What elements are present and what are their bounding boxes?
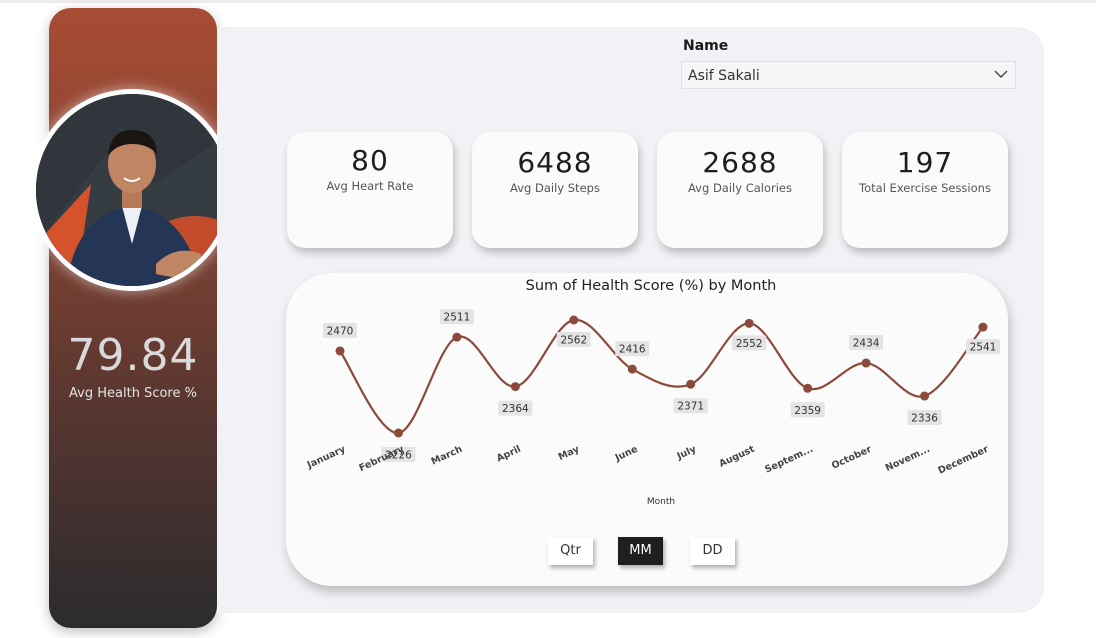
data-point[interactable] — [335, 346, 345, 356]
data-label: 2434 — [849, 335, 884, 351]
kpi-value: 197 — [896, 146, 954, 179]
kpi-value: 80 — [351, 144, 389, 177]
kpi-card-heart-rate: 80 Avg Heart Rate — [287, 132, 453, 248]
kpi-label: Avg Daily Steps — [510, 181, 600, 195]
data-label: 2359 — [790, 402, 825, 418]
data-label: 2511 — [439, 309, 474, 325]
data-point[interactable] — [510, 382, 520, 392]
x-tick-label: August — [717, 444, 756, 470]
x-tick-label: Septem... — [763, 444, 815, 476]
toggle-dd-button[interactable]: DD — [690, 537, 735, 565]
series-line — [339, 318, 984, 435]
kpi-value: 2688 — [702, 146, 778, 179]
data-label: 2562 — [556, 332, 591, 347]
data-point[interactable] — [452, 332, 462, 342]
kpi-label: Avg Daily Calories — [687, 181, 792, 195]
data-point[interactable] — [861, 358, 871, 368]
svg-text:2434: 2434 — [853, 338, 880, 350]
data-label: 2541 — [966, 339, 1000, 355]
avatar-photo — [36, 94, 228, 286]
x-tick-label: January — [305, 443, 348, 471]
data-point[interactable] — [803, 383, 813, 393]
x-axis-label: Month — [647, 497, 675, 507]
svg-text:2364: 2364 — [502, 403, 529, 415]
x-tick-label: March — [430, 444, 465, 468]
svg-text:2359: 2359 — [794, 405, 821, 417]
x-tick-label: July — [675, 443, 699, 462]
svg-text:2511: 2511 — [444, 312, 471, 324]
data-label: 2364 — [498, 400, 533, 416]
avg-health-score-value: 79.84 — [67, 330, 199, 381]
data-point[interactable] — [978, 322, 988, 332]
kpi-value: 6488 — [517, 146, 593, 179]
x-tick-label: Novem... — [884, 444, 932, 474]
data-point[interactable] — [744, 318, 754, 328]
data-point[interactable] — [393, 428, 403, 438]
svg-text:2552: 2552 — [736, 338, 763, 350]
data-label: 2552 — [732, 335, 767, 351]
x-tick-label: December — [936, 444, 990, 477]
kpi-label: Avg Heart Rate — [326, 179, 414, 193]
x-tick-label: May — [557, 443, 582, 463]
kpi-card-exercise-sessions: 197 Total Exercise Sessions — [842, 132, 1008, 248]
avg-health-score-label: Avg Health Score % — [69, 386, 197, 401]
data-point[interactable] — [920, 391, 930, 401]
kpi-card-daily-calories: 2688 Avg Daily Calories — [657, 132, 823, 248]
avatar — [31, 89, 233, 291]
data-label: 2470 — [323, 322, 357, 338]
name-dropdown-value: Asif Sakali — [688, 68, 760, 84]
toggle-mm-button[interactable]: MM — [618, 537, 663, 565]
svg-text:2562: 2562 — [560, 335, 587, 347]
svg-text:2470: 2470 — [327, 325, 354, 337]
kpi-label: Total Exercise Sessions — [859, 181, 991, 195]
toggle-qtr-button[interactable]: Qtr — [548, 537, 593, 565]
data-label: 2371 — [673, 398, 708, 414]
svg-text:2416: 2416 — [619, 344, 646, 356]
top-divider — [0, 0, 1096, 3]
data-point[interactable] — [627, 364, 637, 374]
svg-text:2371: 2371 — [677, 401, 704, 413]
data-point[interactable] — [686, 379, 696, 389]
x-tick-label: October — [830, 444, 874, 472]
svg-text:2336: 2336 — [911, 413, 938, 425]
name-filter-label: Name — [683, 38, 729, 54]
svg-text:2541: 2541 — [970, 342, 997, 354]
data-label: 2416 — [615, 341, 650, 357]
x-tick-label: April — [495, 444, 523, 465]
kpi-card-daily-steps: 6488 Avg Daily Steps — [472, 132, 638, 248]
data-label: 2336 — [907, 410, 942, 426]
chevron-down-icon — [994, 70, 1008, 78]
health-score-line-chart: Sum of Health Score (%) by Month 2470222… — [305, 278, 1000, 507]
x-tick-label: June — [613, 444, 640, 464]
data-point[interactable] — [569, 315, 579, 325]
name-dropdown[interactable]: Asif Sakali — [681, 61, 1016, 89]
chart-title: Sum of Health Score (%) by Month — [526, 278, 777, 294]
